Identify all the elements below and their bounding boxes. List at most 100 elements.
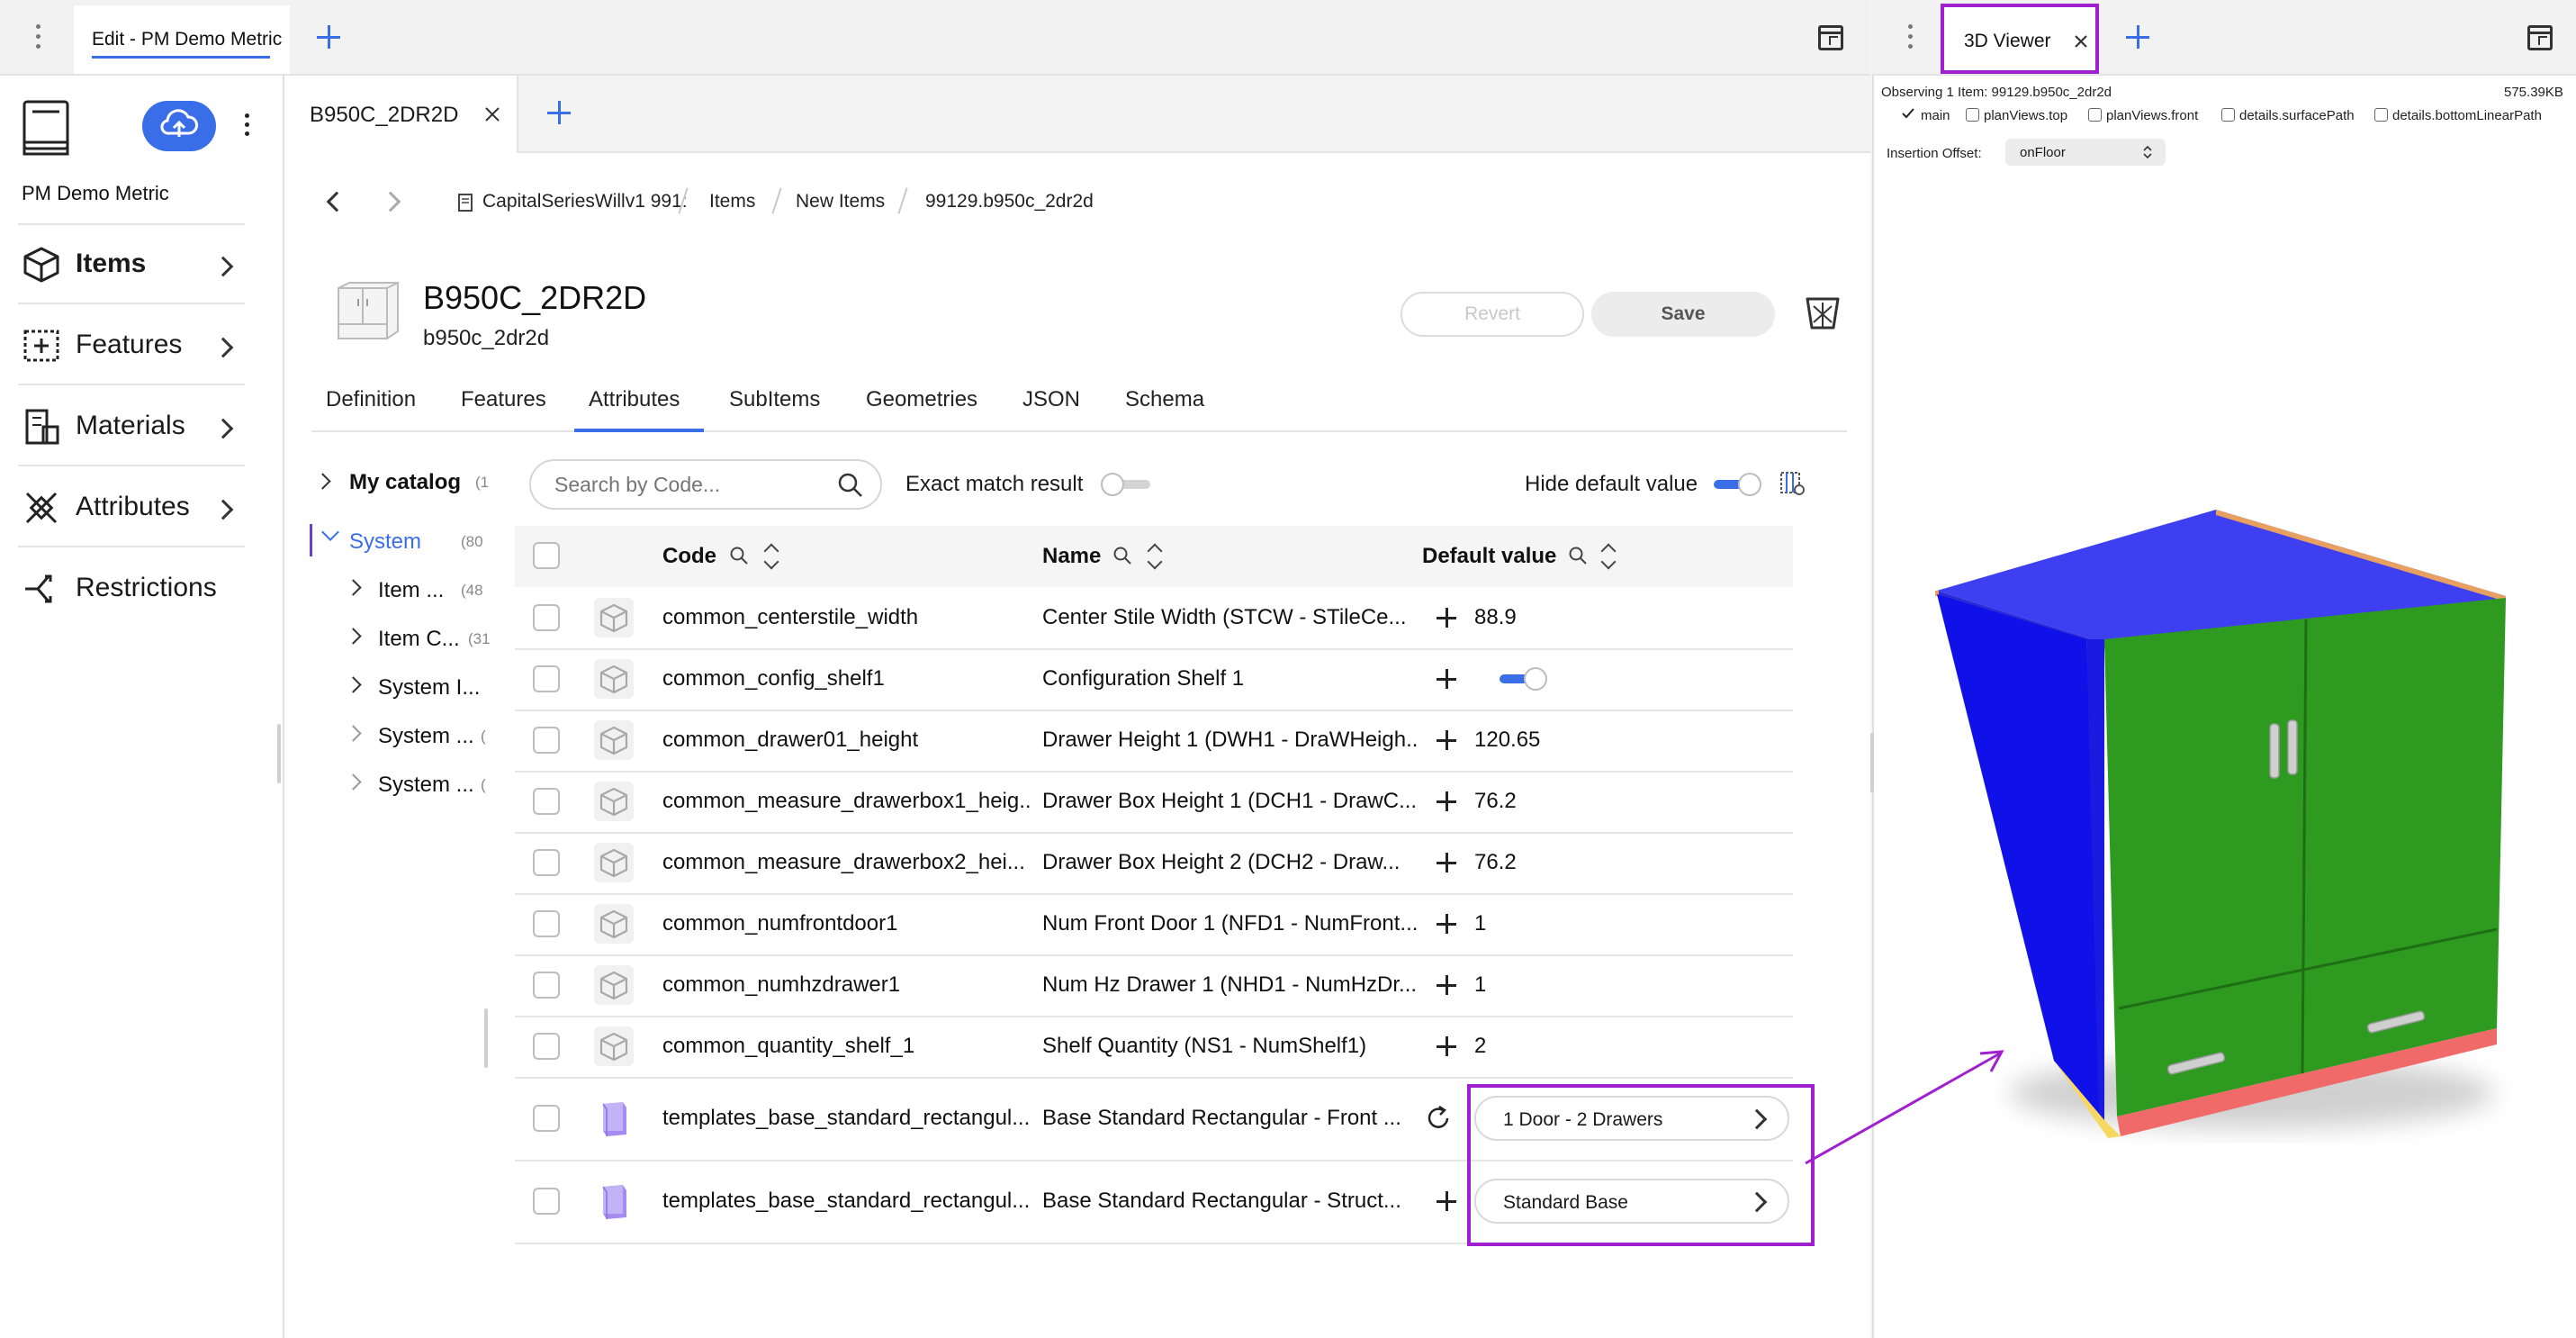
- add-value-icon[interactable]: [1437, 730, 1456, 750]
- tree-resize-handle[interactable]: [484, 1008, 488, 1068]
- viewer-window-menu-icon[interactable]: [1906, 24, 1914, 51]
- tab-b950c-2dr2d[interactable]: B950C_2DR2D: [284, 76, 518, 153]
- viewer-resize-handle[interactable]: [1870, 733, 1874, 792]
- tab-schema[interactable]: Schema: [1125, 387, 1204, 412]
- filter-code-search-icon[interactable]: [729, 546, 749, 565]
- sidebar-item-attributes[interactable]: Attributes: [18, 468, 245, 547]
- breadcrumb-catalog[interactable]: CapitalSeriesWillv1 991:: [482, 191, 698, 212]
- left-window-menu-icon[interactable]: [34, 24, 41, 51]
- tab-json[interactable]: JSON: [1022, 387, 1080, 412]
- row-checkbox[interactable]: [533, 849, 560, 876]
- search-icon[interactable]: [837, 472, 864, 499]
- tab-definition[interactable]: Definition: [326, 387, 416, 412]
- add-editor-tab-icon[interactable]: [545, 99, 572, 126]
- column-settings-icon[interactable]: [1779, 470, 1806, 497]
- row-checkbox[interactable]: [533, 604, 560, 631]
- maximize-window-icon[interactable]: [1818, 25, 1843, 50]
- add-value-icon[interactable]: [1437, 975, 1456, 995]
- add-value-icon[interactable]: [1437, 608, 1456, 628]
- search-input[interactable]: [554, 472, 824, 497]
- column-header-default-value[interactable]: Default value: [1422, 544, 1556, 569]
- tree-expand-icon[interactable]: [345, 676, 362, 693]
- sidebar-item-materials[interactable]: Materials: [18, 387, 245, 466]
- breadcrumb-new-items[interactable]: New Items: [796, 191, 885, 212]
- row-default-value[interactable]: 76.2: [1474, 850, 1517, 875]
- cabinet-3d-model[interactable]: [1928, 508, 2540, 1192]
- add-viewer-tab-icon[interactable]: [2124, 23, 2151, 50]
- row-checkbox[interactable]: [533, 727, 560, 754]
- tree-my-catalog[interactable]: My catalog: [349, 470, 461, 495]
- add-window-tab-icon[interactable]: [315, 23, 342, 50]
- tab-attributes[interactable]: Attributes: [589, 387, 680, 412]
- insertion-offset-select[interactable]: onFloor: [2005, 139, 2166, 166]
- tree-expand-icon[interactable]: [314, 473, 331, 490]
- tree-node[interactable]: System I...: [378, 675, 480, 701]
- tab-subitems[interactable]: SubItems: [729, 387, 820, 412]
- row-checkbox[interactable]: [533, 910, 560, 937]
- layer-surfacepath-checkbox[interactable]: [2221, 108, 2235, 122]
- forward-arrow-icon[interactable]: [380, 191, 401, 212]
- sort-code-icon[interactable]: [763, 540, 779, 573]
- layer-planviews-top-checkbox[interactable]: [1966, 108, 1979, 122]
- add-value-icon[interactable]: [1437, 1191, 1456, 1211]
- row-default-value[interactable]: 1: [1474, 911, 1486, 936]
- sort-default-icon[interactable]: [1600, 540, 1617, 573]
- row-default-value[interactable]: 2: [1474, 1034, 1486, 1059]
- hide-default-toggle[interactable]: [1710, 472, 1764, 497]
- reset-value-icon[interactable]: [1424, 1104, 1453, 1133]
- close-viewer-tab-icon[interactable]: [2074, 34, 2088, 49]
- filter-default-search-icon[interactable]: [1568, 546, 1588, 565]
- tab-geometries[interactable]: Geometries: [866, 387, 977, 412]
- sidebar-resize-handle[interactable]: [277, 724, 281, 783]
- breadcrumb-items[interactable]: Items: [709, 191, 755, 212]
- tab-features[interactable]: Features: [461, 387, 546, 412]
- tab-3d-viewer[interactable]: 3D Viewer: [1941, 4, 2099, 74]
- tree-expand-icon[interactable]: [345, 725, 362, 742]
- tree-expand-icon[interactable]: [345, 628, 362, 645]
- tree-node[interactable]: Item ...: [378, 578, 444, 603]
- tree-system[interactable]: System: [349, 529, 421, 555]
- tree-collapse-icon[interactable]: [321, 523, 339, 541]
- row-default-value[interactable]: 1: [1474, 972, 1486, 998]
- column-header-name[interactable]: Name: [1042, 544, 1101, 569]
- maximize-viewer-icon[interactable]: [2527, 25, 2553, 50]
- add-value-icon[interactable]: [1437, 669, 1456, 689]
- row-default-value[interactable]: 76.2: [1474, 789, 1517, 814]
- row-value-toggle[interactable]: [1496, 666, 1550, 692]
- revert-button[interactable]: Revert: [1401, 292, 1584, 337]
- filter-name-search-icon[interactable]: [1112, 546, 1132, 565]
- exact-match-toggle[interactable]: [1100, 472, 1154, 497]
- tree-node[interactable]: Item C...: [378, 627, 460, 652]
- select-all-checkbox[interactable]: [533, 542, 560, 569]
- sidebar-item-restrictions[interactable]: Restrictions: [18, 549, 245, 628]
- row-checkbox[interactable]: [533, 788, 560, 815]
- layer-main-check-icon[interactable]: [1901, 106, 1915, 121]
- row-checkbox[interactable]: [533, 1188, 560, 1215]
- sidebar-item-items[interactable]: Items: [18, 225, 245, 304]
- row-default-value[interactable]: 120.65: [1474, 728, 1540, 753]
- tree-node[interactable]: System ...: [378, 773, 474, 798]
- tree-expand-icon[interactable]: [345, 773, 362, 791]
- upload-cloud-button[interactable]: [142, 101, 216, 151]
- row-checkbox[interactable]: [533, 972, 560, 999]
- add-value-icon[interactable]: [1437, 853, 1456, 872]
- tree-node[interactable]: System ...: [378, 724, 474, 749]
- row-checkbox[interactable]: [533, 1033, 560, 1060]
- row-checkbox[interactable]: [533, 665, 560, 692]
- sort-name-icon[interactable]: [1147, 540, 1163, 573]
- sidebar-more-icon[interactable]: [243, 113, 250, 140]
- delete-basket-icon[interactable]: [1804, 292, 1842, 331]
- add-value-icon[interactable]: [1437, 1036, 1456, 1056]
- close-editor-tab-icon[interactable]: [484, 106, 500, 122]
- add-value-icon[interactable]: [1437, 791, 1456, 811]
- tree-expand-icon[interactable]: [345, 579, 362, 596]
- add-value-icon[interactable]: [1437, 914, 1456, 934]
- save-button[interactable]: Save: [1591, 292, 1775, 337]
- row-checkbox[interactable]: [533, 1105, 560, 1132]
- back-arrow-icon[interactable]: [326, 191, 347, 212]
- column-header-code[interactable]: Code: [662, 544, 716, 569]
- layer-bottomlinearpath-checkbox[interactable]: [2374, 108, 2388, 122]
- row-default-value[interactable]: 88.9: [1474, 605, 1517, 630]
- tab-edit-pm-demo-metric[interactable]: Edit - PM Demo Metric: [74, 5, 290, 74]
- layer-planviews-front-checkbox[interactable]: [2088, 108, 2102, 122]
